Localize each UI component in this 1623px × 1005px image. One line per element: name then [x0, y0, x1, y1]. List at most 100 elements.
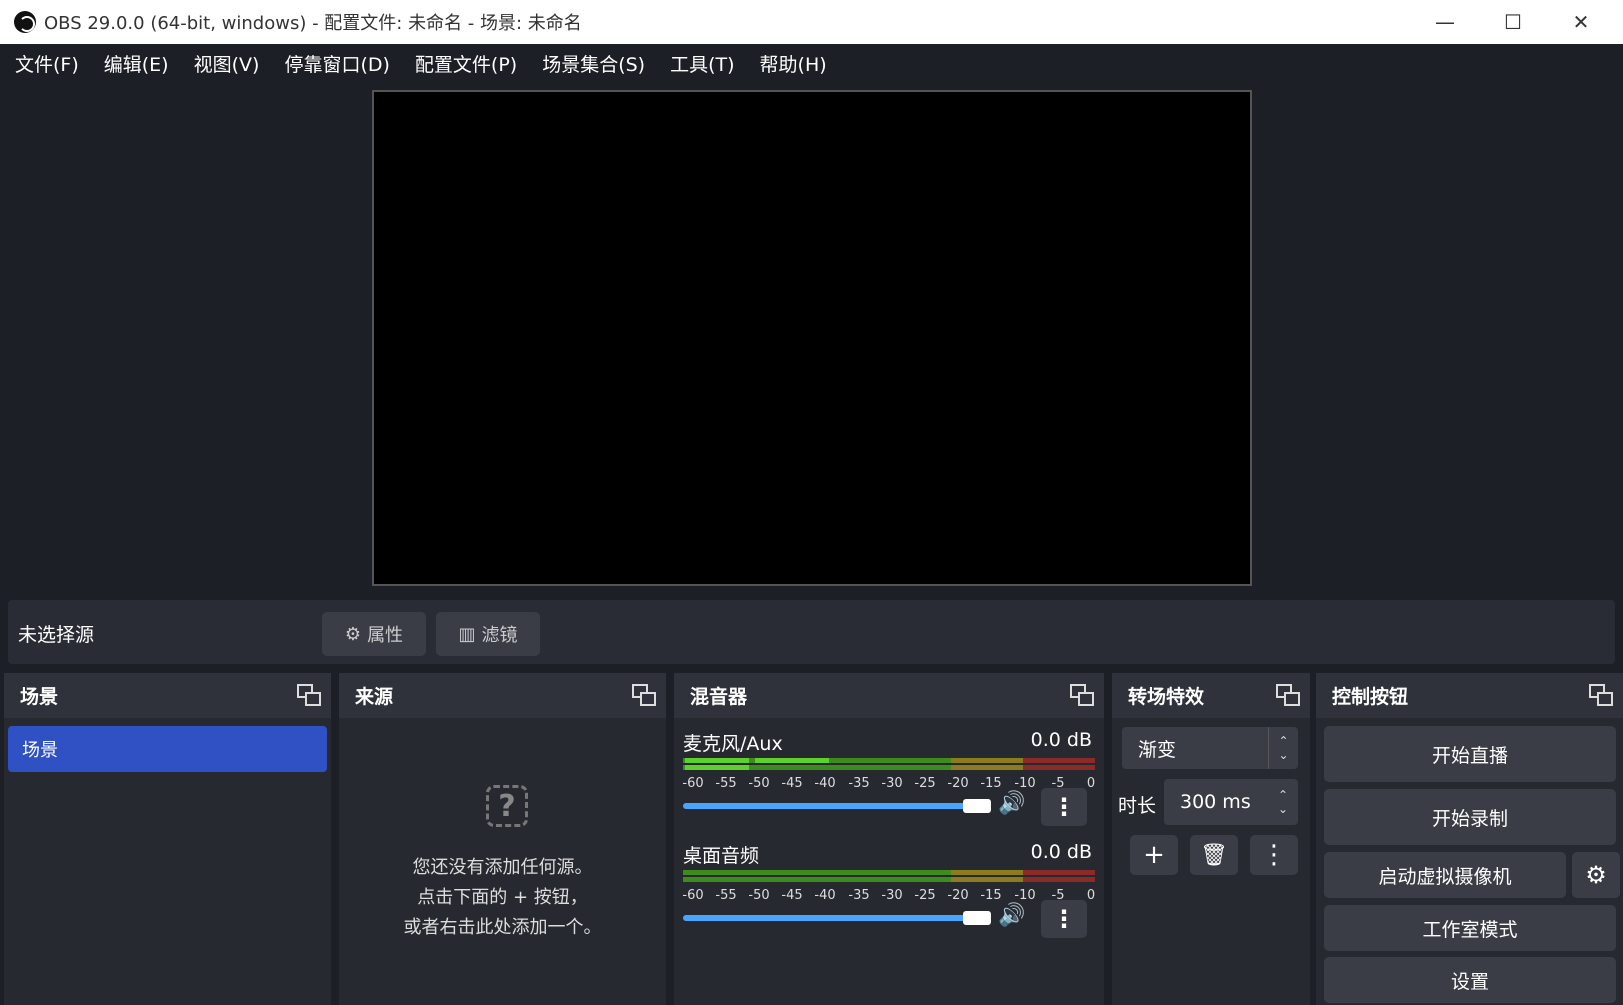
- studio-mode-button[interactable]: 工作室模式: [1324, 905, 1616, 951]
- undock-icon[interactable]: [297, 684, 321, 706]
- preview-canvas[interactable]: [372, 90, 1252, 586]
- settings-button[interactable]: 设置: [1324, 957, 1616, 1003]
- transitions-dock-header: 转场特效: [1112, 673, 1310, 718]
- scenes-dock-title: 场景: [20, 686, 59, 708]
- duration-value: 300 ms: [1180, 791, 1251, 813]
- scale-tick: -55: [715, 888, 737, 903]
- scale-tick: -40: [814, 888, 836, 903]
- question-icon: ?: [486, 785, 528, 827]
- gear-icon: ⚙: [344, 623, 362, 645]
- mic-channel-name: 麦克风/Aux: [683, 733, 783, 755]
- undock-icon[interactable]: [1589, 684, 1613, 706]
- properties-button[interactable]: ⚙ 属性: [322, 612, 426, 656]
- menu-view[interactable]: 视图(V): [194, 50, 260, 77]
- trash-icon: 🗑: [1200, 842, 1228, 868]
- mic-channel-db: 0.0 dB: [1030, 729, 1092, 751]
- start-recording-button[interactable]: 开始录制: [1324, 789, 1616, 845]
- scale-tick: -10: [1014, 888, 1036, 903]
- desktop-more-button[interactable]: ⋮: [1041, 900, 1087, 938]
- scenes-dock-header: 场景: [4, 673, 331, 718]
- menu-tools[interactable]: 工具(T): [670, 50, 734, 77]
- scale-tick: -55: [715, 776, 737, 791]
- transitions-dock-title: 转场特效: [1128, 686, 1205, 708]
- sources-dock-title: 来源: [355, 686, 394, 708]
- desktop-volume-meter: [683, 870, 1095, 882]
- scale-tick: -15: [980, 776, 1002, 791]
- duration-label: 时长: [1118, 795, 1157, 817]
- scale-tick: -20: [947, 888, 969, 903]
- scenes-dock: 场景 场景: [4, 673, 331, 1005]
- mixer-dock: 混音器 麦克风/Aux 0.0 dB -60 -55 -50 -45 -40 -…: [674, 673, 1104, 1005]
- scale-tick: -35: [848, 776, 870, 791]
- scene-list-item[interactable]: 场景: [8, 726, 327, 772]
- close-button[interactable]: ✕: [1547, 0, 1615, 44]
- desktop-speaker-icon[interactable]: 🔊: [998, 903, 1025, 928]
- mixer-dock-title: 混音器: [690, 686, 748, 708]
- scale-tick: -45: [781, 776, 803, 791]
- desktop-volume-slider[interactable]: [683, 915, 983, 921]
- menu-file[interactable]: 文件(F): [15, 50, 79, 77]
- scale-tick: -20: [947, 776, 969, 791]
- virtual-camera-settings-button[interactable]: ⚙: [1572, 852, 1620, 898]
- scale-tick: -10: [1014, 776, 1036, 791]
- undock-icon[interactable]: [632, 684, 656, 706]
- scale-tick: -15: [980, 888, 1002, 903]
- undock-icon[interactable]: [1276, 684, 1300, 706]
- spin-arrows-icon[interactable]: ⌃ ⌄: [1268, 779, 1298, 825]
- mic-volume-meter: [683, 758, 1095, 770]
- obs-logo-icon: [14, 11, 36, 33]
- scale-tick: -35: [848, 888, 870, 903]
- plus-icon: +: [1143, 840, 1165, 870]
- scale-tick: -60: [682, 888, 704, 903]
- undock-icon[interactable]: [1070, 684, 1094, 706]
- remove-transition-button[interactable]: 🗑: [1190, 835, 1238, 875]
- filters-button[interactable]: ▥ 滤镜: [436, 612, 540, 656]
- mic-more-button[interactable]: ⋮: [1041, 788, 1087, 826]
- maximize-button[interactable]: ☐: [1479, 0, 1547, 44]
- mic-volume-slider[interactable]: [683, 803, 983, 809]
- menu-bar: 文件(F) 编辑(E) 视图(V) 停靠窗口(D) 配置文件(P) 场景集合(S…: [0, 44, 1623, 82]
- menu-profile[interactable]: 配置文件(P): [415, 50, 517, 77]
- add-transition-button[interactable]: +: [1130, 835, 1178, 875]
- sources-empty-message: 您还没有添加任何源。 点击下面的 + 按钮， 或者右击此处添加一个。: [339, 853, 666, 943]
- desktop-volume-handle[interactable]: [963, 911, 991, 925]
- empty-line-2: 点击下面的 + 按钮，: [417, 887, 588, 908]
- minimize-button[interactable]: —: [1411, 0, 1479, 44]
- filters-label: 滤镜: [481, 625, 518, 646]
- properties-label: 属性: [367, 625, 404, 646]
- gear-icon: ⚙: [1585, 861, 1607, 889]
- transitions-dock: 转场特效 渐变 ⌃ ⌄ 时长 300 ms ⌃ ⌄ + 🗑 ⋮: [1112, 673, 1310, 1005]
- controls-dock-title: 控制按钮: [1332, 686, 1409, 708]
- mic-speaker-icon[interactable]: 🔊: [998, 791, 1025, 816]
- filter-icon: ▥: [458, 623, 476, 645]
- scale-tick: -40: [814, 776, 836, 791]
- chevron-updown-icon: ⌃ ⌄: [1268, 727, 1298, 769]
- transition-select[interactable]: 渐变 ⌃ ⌄: [1122, 727, 1298, 769]
- start-virtual-camera-button[interactable]: 启动虚拟摄像机: [1324, 852, 1566, 898]
- window-title: OBS 29.0.0 (64-bit, windows) - 配置文件: 未命名…: [44, 13, 582, 34]
- transition-more-button[interactable]: ⋮: [1250, 835, 1298, 875]
- mic-volume-handle[interactable]: [963, 799, 991, 813]
- desktop-channel-name: 桌面音频: [683, 845, 760, 867]
- scale-tick: -50: [748, 888, 770, 903]
- controls-dock: 控制按钮 开始直播 开始录制 启动虚拟摄像机 ⚙ 工作室模式 设置: [1316, 673, 1623, 1005]
- title-bar: OBS 29.0.0 (64-bit, windows) - 配置文件: 未命名…: [0, 0, 1623, 44]
- scale-tick: -60: [682, 776, 704, 791]
- menu-help[interactable]: 帮助(H): [760, 50, 827, 77]
- scale-tick: -30: [881, 776, 903, 791]
- menu-edit[interactable]: 编辑(E): [104, 50, 169, 77]
- scale-tick: -25: [914, 776, 936, 791]
- desktop-channel-db: 0.0 dB: [1030, 841, 1092, 863]
- start-streaming-button[interactable]: 开始直播: [1324, 726, 1616, 782]
- mixer-dock-header: 混音器: [674, 673, 1104, 718]
- duration-spinbox[interactable]: 300 ms ⌃ ⌄: [1164, 779, 1298, 825]
- scale-tick: 0: [1086, 888, 1096, 903]
- scale-tick: 0: [1086, 776, 1096, 791]
- scale-tick: -50: [748, 776, 770, 791]
- menu-docks[interactable]: 停靠窗口(D): [284, 50, 389, 77]
- source-toolbar: 未选择源 ⚙ 属性 ▥ 滤镜: [8, 600, 1615, 664]
- empty-line-1: 您还没有添加任何源。: [412, 857, 593, 878]
- controls-dock-header: 控制按钮: [1316, 673, 1623, 718]
- menu-scene-collection[interactable]: 场景集合(S): [542, 50, 645, 77]
- empty-line-3: 或者右击此处添加一个。: [403, 917, 602, 938]
